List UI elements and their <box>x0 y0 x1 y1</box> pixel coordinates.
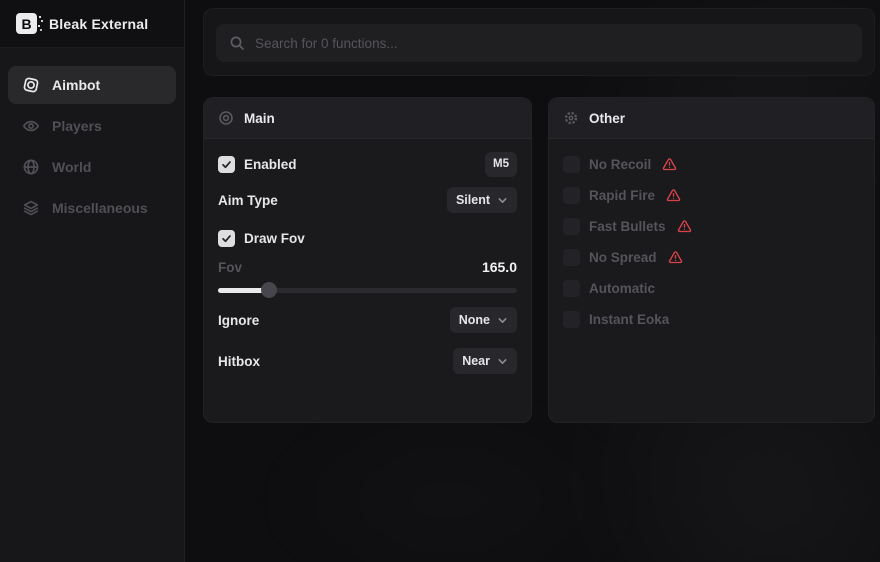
ignore-select[interactable]: None <box>450 307 517 333</box>
instant-eoka-row: Instant Eoka <box>563 310 860 328</box>
other-panel: Other No Recoil Rapid Fire <box>548 97 875 423</box>
hitbox-label: Hitbox <box>218 354 260 369</box>
automatic-row: Automatic <box>563 279 860 297</box>
disc-icon <box>218 110 234 126</box>
chevron-down-icon <box>497 356 508 367</box>
no-spread-row: No Spread <box>563 248 860 266</box>
fov-slider-track[interactable] <box>218 288 517 293</box>
warning-triangle-icon <box>677 219 692 234</box>
search-container <box>203 8 875 76</box>
other-panel-header: Other <box>549 98 874 139</box>
layers-icon <box>22 199 40 217</box>
search-box[interactable] <box>216 24 862 62</box>
check-icon <box>221 159 232 170</box>
fov-slider-thumb[interactable] <box>261 282 277 298</box>
rapid-fire-label: Rapid Fire <box>589 188 655 203</box>
instant-eoka-label: Instant Eoka <box>589 312 669 327</box>
hitbox-value: Near <box>462 354 490 368</box>
sidebar: B Bleak External Aimbot Players <box>0 0 185 562</box>
aim-type-label: Aim Type <box>218 193 278 208</box>
check-icon <box>221 233 232 244</box>
enabled-row: Enabled M5 <box>218 151 517 177</box>
no-spread-checkbox[interactable] <box>563 249 580 266</box>
focus-icon <box>22 76 40 94</box>
other-panel-title: Other <box>589 111 625 126</box>
app-logo: B <box>16 13 37 34</box>
warning-triangle-icon <box>662 157 677 172</box>
fast-bullets-row: Fast Bullets <box>563 217 860 235</box>
main-panel-body: Enabled M5 Aim Type Silent Draw Fov <box>204 151 531 374</box>
sidebar-item-players[interactable]: Players <box>8 107 176 145</box>
warning-triangle-icon <box>666 188 681 203</box>
app-title: Bleak External <box>49 16 148 32</box>
gear-icon <box>563 110 579 126</box>
ignore-row: Ignore None <box>218 307 517 333</box>
aim-type-row: Aim Type Silent <box>218 187 517 213</box>
no-recoil-label: No Recoil <box>589 157 651 172</box>
rapid-fire-row: Rapid Fire <box>563 186 860 204</box>
search-input[interactable] <box>255 36 849 51</box>
main-panel-header: Main <box>204 98 531 139</box>
sidebar-item-label: Players <box>52 118 102 134</box>
ignore-value: None <box>459 313 490 327</box>
hitbox-row: Hitbox Near <box>218 348 517 374</box>
draw-fov-label: Draw Fov <box>244 231 305 246</box>
main-panel: Main Enabled M5 Aim Type Silent <box>203 97 532 423</box>
main-panel-title: Main <box>244 111 275 126</box>
automatic-checkbox[interactable] <box>563 280 580 297</box>
fov-value: 165.0 <box>482 259 517 275</box>
globe-icon <box>22 158 40 176</box>
automatic-label: Automatic <box>589 281 655 296</box>
hitbox-select[interactable]: Near <box>453 348 517 374</box>
sidebar-item-label: Miscellaneous <box>52 200 148 216</box>
fov-row: Fov 165.0 <box>218 259 517 275</box>
chevron-down-icon <box>497 315 508 326</box>
rapid-fire-checkbox[interactable] <box>563 187 580 204</box>
draw-fov-checkbox[interactable] <box>218 230 235 247</box>
sidebar-item-aimbot[interactable]: Aimbot <box>8 66 176 104</box>
aim-type-value: Silent <box>456 193 490 207</box>
sidebar-header: B Bleak External <box>0 0 184 48</box>
enabled-label: Enabled <box>244 157 297 172</box>
sidebar-item-world[interactable]: World <box>8 148 176 186</box>
app-logo-letter: B <box>21 16 31 32</box>
fov-slider[interactable] <box>218 282 517 298</box>
other-panel-body: No Recoil Rapid Fire Fast Bullets <box>549 155 874 328</box>
ignore-label: Ignore <box>218 313 259 328</box>
sidebar-item-label: World <box>52 159 91 175</box>
fov-label: Fov <box>218 260 242 275</box>
no-recoil-checkbox[interactable] <box>563 156 580 173</box>
enabled-checkbox[interactable] <box>218 156 235 173</box>
fast-bullets-checkbox[interactable] <box>563 218 580 235</box>
no-recoil-row: No Recoil <box>563 155 860 173</box>
draw-fov-row: Draw Fov <box>218 229 517 247</box>
instant-eoka-checkbox[interactable] <box>563 311 580 328</box>
eye-icon <box>22 117 40 135</box>
warning-triangle-icon <box>668 250 683 265</box>
sidebar-nav: Aimbot Players World <box>0 48 184 227</box>
no-spread-label: No Spread <box>589 250 657 265</box>
aim-type-select[interactable]: Silent <box>447 187 517 213</box>
chevron-down-icon <box>497 195 508 206</box>
search-icon <box>229 35 245 51</box>
sidebar-item-label: Aimbot <box>52 77 100 93</box>
fast-bullets-label: Fast Bullets <box>589 219 666 234</box>
enabled-keybind-button[interactable]: M5 <box>485 152 517 177</box>
sidebar-item-miscellaneous[interactable]: Miscellaneous <box>8 189 176 227</box>
